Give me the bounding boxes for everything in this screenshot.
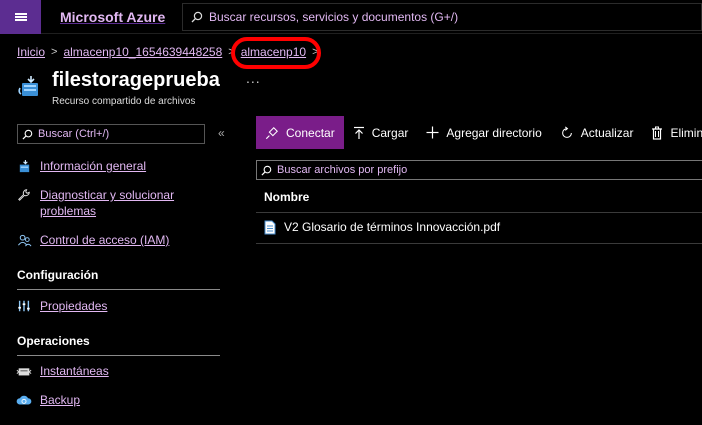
upload-icon — [353, 126, 365, 140]
menu-search-placeholder: Buscar (Ctrl+/) — [38, 128, 110, 140]
connect-button[interactable]: Conectar — [256, 116, 344, 149]
chevron-right-icon: > — [51, 46, 58, 58]
upload-button[interactable]: Cargar — [344, 116, 418, 149]
collapse-menu-button[interactable]: « — [218, 126, 225, 140]
delete-button[interactable]: Eliminar r — [642, 116, 702, 149]
section-heading-configuracion: Configuración — [17, 268, 99, 282]
portal-menu-button[interactable] — [0, 0, 41, 34]
sidebar-item-iam[interactable]: Control de acceso (IAM) — [16, 232, 169, 248]
file-share-resource-icon — [17, 74, 43, 100]
page-title: filestorageprueba — [52, 69, 220, 91]
sidebar-item-overview[interactable]: Información general — [16, 158, 146, 174]
more-options-button[interactable]: ... — [246, 70, 261, 86]
properties-icon — [16, 298, 32, 314]
sidebar-item-label: Control de acceso (IAM) — [40, 233, 170, 247]
delete-button-label: Eliminar r — [670, 125, 702, 140]
trash-icon — [651, 126, 663, 140]
breadcrumb-storage-account-deployment[interactable]: almacenp10_1654639448258 — [63, 45, 222, 59]
sidebar-item-label: Propiedades — [40, 299, 108, 313]
sidebar-item-label: Información general — [40, 159, 147, 173]
brand-link[interactable]: Microsoft Azure — [60, 9, 165, 25]
connect-button-label: Conectar — [286, 125, 335, 140]
sidebar-item-diagnose[interactable]: Diagnosticar y solucionar problemas — [16, 187, 174, 219]
section-divider — [17, 289, 220, 290]
sidebar-item-label: Instantáneas — [40, 364, 109, 378]
add-directory-button-label: Agregar directorio — [446, 125, 542, 140]
upload-button-label: Cargar — [371, 125, 409, 140]
wrench-icon — [16, 187, 32, 203]
refresh-button[interactable]: Actualizar — [551, 116, 643, 149]
column-header-name[interactable]: Nombre — [264, 190, 309, 204]
global-search-input[interactable]: Buscar recursos, servicios y documentos … — [182, 3, 702, 31]
cloud-backup-icon — [16, 392, 32, 408]
search-icon — [261, 165, 272, 176]
breadcrumb-home[interactable]: Inicio — [17, 45, 45, 59]
refresh-button-label: Actualizar — [580, 125, 634, 140]
search-icon — [191, 11, 203, 23]
sidebar-item-properties[interactable]: Propiedades — [16, 298, 107, 314]
file-search-placeholder: Buscar archivos por prefijo — [277, 164, 408, 176]
plug-icon — [265, 126, 279, 140]
row-divider — [256, 243, 702, 244]
header-divider — [256, 212, 702, 213]
plus-icon — [426, 126, 439, 139]
file-share-icon — [16, 158, 32, 174]
command-bar: Conectar Cargar Agregar directorio Actua… — [256, 116, 702, 149]
page-subtitle: Recurso compartido de archivos — [52, 96, 196, 107]
file-prefix-search-input[interactable]: Buscar archivos por prefijo — [256, 160, 702, 180]
table-row[interactable]: V2 Glosario de términos Innovacción.pdf — [264, 219, 500, 235]
red-annotation-circle — [231, 37, 321, 69]
sidebar-item-label: Diagnosticar y solucionar — [40, 188, 175, 202]
snapshot-icon — [16, 363, 32, 379]
document-icon — [264, 220, 276, 235]
section-divider — [17, 355, 220, 356]
sidebar-item-label-group: Diagnosticar y solucionar problemas — [40, 187, 174, 219]
sidebar-item-snapshots[interactable]: Instantáneas — [16, 363, 109, 379]
sidebar-item-backup[interactable]: Backup — [16, 392, 80, 408]
people-icon — [16, 232, 32, 248]
search-icon — [22, 129, 33, 140]
sidebar-item-label-line2: problemas — [40, 204, 97, 218]
refresh-icon — [560, 125, 574, 140]
global-search-placeholder: Buscar recursos, servicios y documentos … — [209, 10, 459, 24]
section-heading-operaciones: Operaciones — [17, 334, 90, 348]
menu-search-input[interactable]: Buscar (Ctrl+/) — [17, 124, 205, 144]
add-directory-button[interactable]: Agregar directorio — [417, 116, 550, 149]
hamburger-icon — [14, 12, 27, 22]
sidebar-item-label: Backup — [40, 393, 81, 407]
top-bar: Microsoft Azure Buscar recursos, servici… — [0, 0, 702, 34]
file-name[interactable]: V2 Glosario de términos Innovacción.pdf — [284, 220, 500, 234]
